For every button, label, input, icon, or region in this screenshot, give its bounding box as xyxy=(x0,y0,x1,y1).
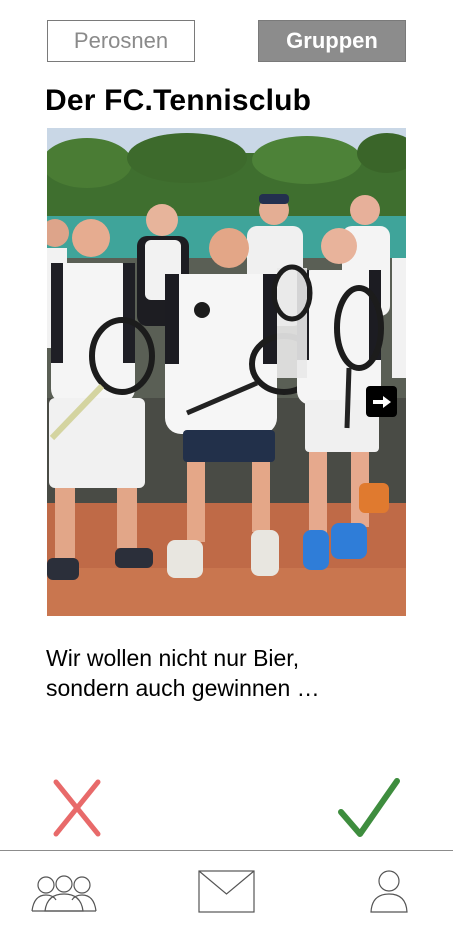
group-title: Der FC.Tennisclub xyxy=(45,84,312,117)
nav-groups-button[interactable] xyxy=(31,873,97,913)
description-line-1: Wir wollen nicht nur Bier, xyxy=(46,645,300,671)
bottom-nav-divider xyxy=(0,850,453,851)
description-line-2: sondern auch gewinnen … xyxy=(46,675,320,701)
nav-profile-button[interactable] xyxy=(369,870,409,913)
close-icon xyxy=(53,779,101,837)
arrow-right-icon xyxy=(372,395,391,408)
group-icon xyxy=(31,875,97,912)
mail-icon xyxy=(198,870,255,913)
reject-button[interactable] xyxy=(51,778,103,838)
tab-gruppen[interactable]: Gruppen xyxy=(258,20,406,62)
next-photo-button[interactable] xyxy=(366,386,397,417)
group-description: Wir wollen nicht nur Bier, sondern auch … xyxy=(46,643,426,703)
checkmark-icon xyxy=(338,778,400,837)
user-icon xyxy=(370,870,408,913)
group-photo xyxy=(47,128,406,616)
tab-personen[interactable]: Perosnen xyxy=(47,20,195,62)
nav-messages-button[interactable] xyxy=(198,870,255,913)
accept-button[interactable] xyxy=(336,776,402,840)
